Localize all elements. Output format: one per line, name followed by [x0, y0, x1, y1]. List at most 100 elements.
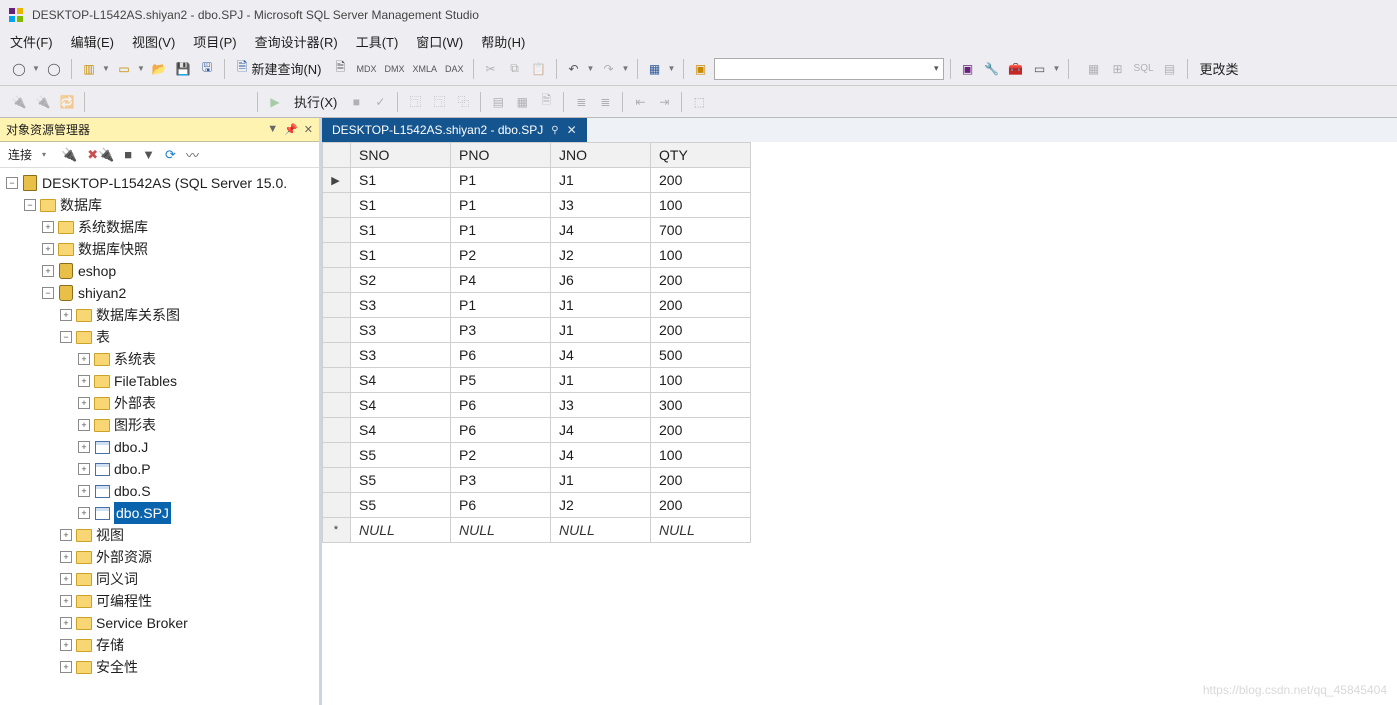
table-row[interactable]: S1P2J2100 [323, 243, 751, 268]
cell[interactable]: 200 [651, 418, 751, 443]
change-type-button[interactable]: 更改类 [1194, 58, 1245, 80]
row-header-new[interactable]: * [323, 518, 351, 543]
tree-exttables-node[interactable]: +外部表 [0, 392, 319, 414]
cell[interactable]: S5 [351, 493, 451, 518]
cell[interactable]: J4 [551, 343, 651, 368]
cell[interactable]: S4 [351, 393, 451, 418]
criteria-icon[interactable]: ⊞ [1107, 58, 1129, 80]
xmla-query-icon[interactable]: XMLA [410, 58, 441, 80]
tree-db-shiyan2-node[interactable]: −shiyan2 [0, 282, 319, 304]
cell[interactable]: P2 [451, 243, 551, 268]
menu-help[interactable]: 帮助(H) [481, 32, 525, 51]
new-row[interactable]: *NULLNULLNULLNULL [323, 518, 751, 543]
cell[interactable]: S4 [351, 418, 451, 443]
cell[interactable]: 100 [651, 193, 751, 218]
cell[interactable]: J3 [551, 193, 651, 218]
dropdown-icon[interactable]: ▼ [137, 64, 146, 73]
row-header[interactable] [323, 193, 351, 218]
cell[interactable]: 200 [651, 168, 751, 193]
tree-tables-node[interactable]: −表 [0, 326, 319, 348]
refresh-icon[interactable]: ⟳ [165, 147, 176, 163]
cell[interactable]: J1 [551, 293, 651, 318]
cell-null[interactable]: NULL [451, 518, 551, 543]
tree-table-dboS-node[interactable]: +dbo.S [0, 480, 319, 502]
tree-security-node[interactable]: +安全性 [0, 656, 319, 678]
cell[interactable]: P4 [451, 268, 551, 293]
include-stats-icon[interactable]: ⿻ [452, 91, 474, 113]
cell[interactable]: 100 [651, 368, 751, 393]
cell[interactable]: 700 [651, 218, 751, 243]
table-row[interactable]: S5P2J4100 [323, 443, 751, 468]
menu-project[interactable]: 项目(P) [193, 32, 236, 51]
row-header[interactable] [323, 393, 351, 418]
cell[interactable]: 100 [651, 243, 751, 268]
registered-servers-icon[interactable]: ▣ [957, 58, 979, 80]
decrease-indent-icon[interactable]: ⇤ [629, 91, 651, 113]
cell[interactable]: J1 [551, 168, 651, 193]
cell[interactable]: P5 [451, 368, 551, 393]
tree-extres-node[interactable]: +外部资源 [0, 546, 319, 568]
expand-icon[interactable]: + [60, 573, 72, 585]
solution-icon[interactable]: ▣ [690, 58, 712, 80]
open-icon[interactable]: ▭ [113, 58, 135, 80]
display-plan-icon[interactable]: ⿹ [404, 91, 426, 113]
cell[interactable]: S1 [351, 243, 451, 268]
table-row[interactable]: S4P5J1100 [323, 368, 751, 393]
menu-file[interactable]: 文件(F) [10, 32, 53, 51]
dropdown-icon[interactable]: ▼ [102, 64, 111, 73]
cell[interactable]: J4 [551, 218, 651, 243]
menu-view[interactable]: 视图(V) [132, 32, 175, 51]
cell[interactable]: P2 [451, 443, 551, 468]
row-header[interactable] [323, 468, 351, 493]
cell[interactable]: 500 [651, 343, 751, 368]
connect-label[interactable]: 连接 [8, 146, 32, 163]
expand-icon[interactable]: + [78, 485, 90, 497]
dropdown-icon[interactable]: ▾ [42, 150, 51, 159]
disconnect-icon[interactable]: 🔌 [32, 91, 54, 113]
menu-edit[interactable]: 编辑(E) [71, 32, 114, 51]
sql-pane-icon[interactable]: SQL [1131, 58, 1157, 80]
table-row[interactable]: S5P3J1200 [323, 468, 751, 493]
tree-dbsnap-node[interactable]: +数据库快照 [0, 238, 319, 260]
row-header[interactable] [323, 493, 351, 518]
cell[interactable]: P1 [451, 193, 551, 218]
expand-icon[interactable]: + [60, 309, 72, 321]
table-row[interactable]: S5P6J2200 [323, 493, 751, 518]
table-row[interactable]: S3P3J1200 [323, 318, 751, 343]
cell[interactable]: S5 [351, 468, 451, 493]
cell[interactable]: 100 [651, 443, 751, 468]
results-file-icon[interactable]: 🗎 [535, 91, 557, 113]
expand-icon[interactable]: + [78, 375, 90, 387]
stop-icon[interactable]: ■ [345, 91, 367, 113]
row-header[interactable] [323, 243, 351, 268]
table-row[interactable]: S4P6J4200 [323, 418, 751, 443]
redo-icon[interactable]: ↷ [598, 58, 620, 80]
tree-databases-node[interactable]: −数据库 [0, 194, 319, 216]
row-header[interactable] [323, 293, 351, 318]
cell[interactable]: P1 [451, 218, 551, 243]
table-row[interactable]: S1P1J3100 [323, 193, 751, 218]
cell[interactable]: S4 [351, 368, 451, 393]
cell[interactable]: S3 [351, 293, 451, 318]
cell[interactable]: S1 [351, 218, 451, 243]
expand-icon[interactable]: + [42, 265, 54, 277]
column-header-sno[interactable]: SNO [351, 143, 451, 168]
cell[interactable]: P3 [451, 318, 551, 343]
expand-icon[interactable]: + [42, 221, 54, 233]
column-header-pno[interactable]: PNO [451, 143, 551, 168]
cell[interactable]: P6 [451, 418, 551, 443]
cell[interactable]: S3 [351, 318, 451, 343]
new-item-icon[interactable]: ▥ [78, 58, 100, 80]
solution-configurations-combo[interactable]: ▾ [714, 58, 944, 80]
collapse-icon[interactable]: − [60, 331, 72, 343]
tree-graphtables-node[interactable]: +图形表 [0, 414, 319, 436]
dropdown-icon[interactable]: ▼ [587, 64, 596, 73]
expand-icon[interactable]: + [42, 243, 54, 255]
db-engine-query-icon[interactable]: 🗎 [330, 58, 352, 80]
uncomment-icon[interactable]: ≣ [594, 91, 616, 113]
save-icon[interactable]: 💾 [172, 58, 194, 80]
change-conn-icon[interactable]: 🔁 [56, 91, 78, 113]
column-header-jno[interactable]: JNO [551, 143, 651, 168]
copy-icon[interactable]: ⧉ [504, 58, 526, 80]
tree-sysdb-node[interactable]: +系统数据库 [0, 216, 319, 238]
